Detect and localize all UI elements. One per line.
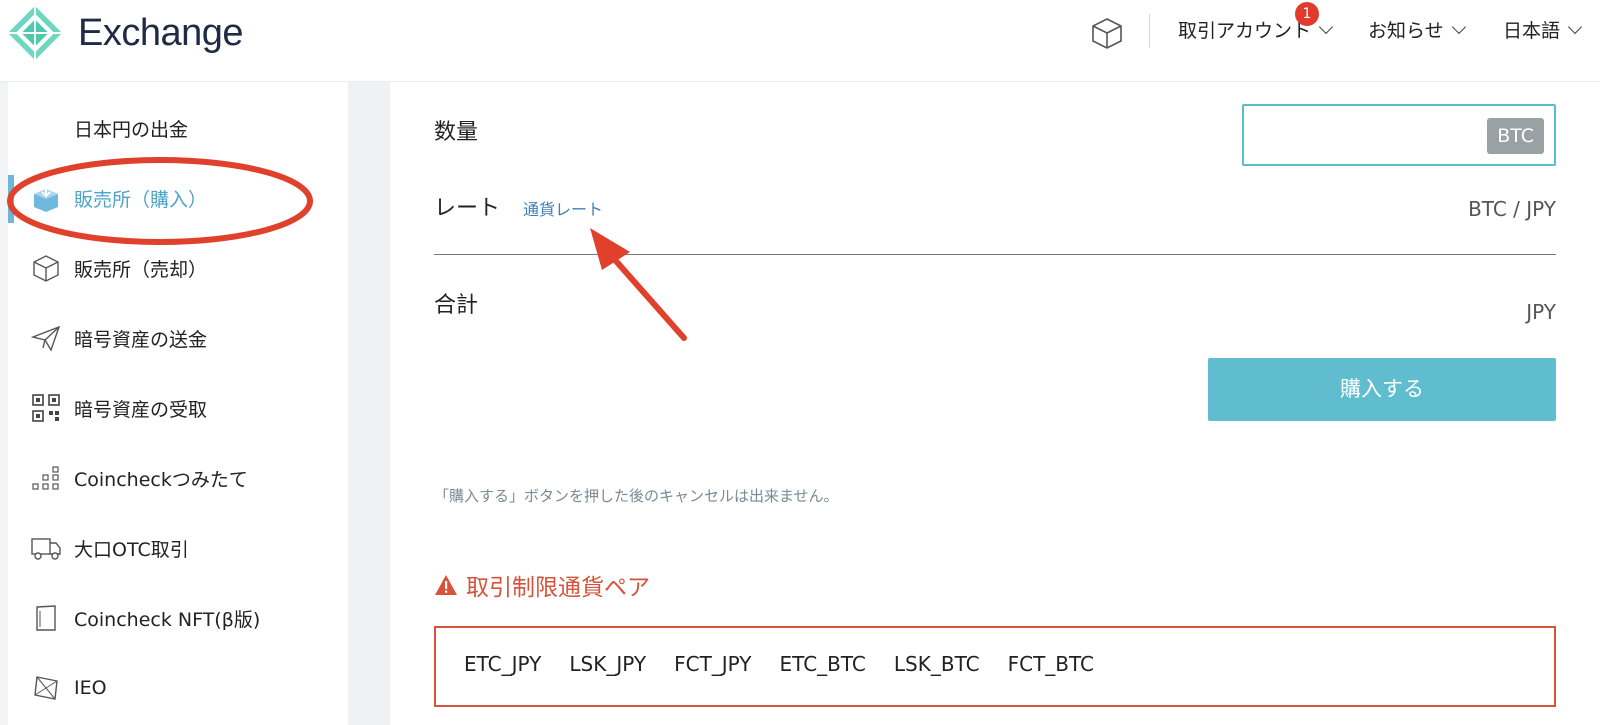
- account-menu-label: 取引アカウント: [1178, 20, 1312, 42]
- box-download-icon: [30, 182, 62, 214]
- pair-item: LSK_JPY: [569, 652, 647, 676]
- total-label: 合計: [434, 293, 479, 318]
- dots-stack-icon: [30, 462, 62, 494]
- news-menu[interactable]: お知らせ: [1368, 16, 1466, 43]
- chevron-down-icon: [1318, 19, 1334, 34]
- chevron-down-icon: [1567, 19, 1583, 34]
- sidebar-item-send[interactable]: 暗号資産の送金: [30, 318, 330, 358]
- warning-icon: [435, 575, 457, 595]
- pair-item: FCT_BTC: [1007, 652, 1095, 676]
- sidebar-item-label: Coincheckつみたて: [74, 468, 248, 491]
- restricted-pairs-box: ETC_JPY LSK_JPY FCT_JPY ETC_BTC LSK_BTC …: [434, 626, 1556, 707]
- sidebar-item-tsumitate[interactable]: Coincheckつみたて: [30, 458, 330, 498]
- header-divider: [1149, 14, 1150, 48]
- gem-icon: [30, 672, 62, 704]
- quantity-label: 数量: [434, 120, 479, 145]
- sidebar-item-label: 日本円の出金: [74, 118, 189, 141]
- restricted-pairs-title: 取引制限通貨ペア: [434, 568, 650, 602]
- language-menu[interactable]: 日本語: [1503, 16, 1583, 43]
- sidebar-item-label: 販売所（売却）: [74, 258, 208, 281]
- buy-button[interactable]: 購入する: [1208, 358, 1556, 421]
- sidebar-item-jpy-withdraw[interactable]: 日本円の出金: [30, 108, 330, 148]
- cube-icon[interactable]: [1090, 16, 1124, 50]
- restricted-pairs-list: ETC_JPY LSK_JPY FCT_JPY ETC_BTC LSK_BTC …: [464, 652, 1094, 676]
- paper-plane-icon: [30, 322, 62, 354]
- language-menu-label: 日本語: [1503, 20, 1561, 42]
- quantity-field[interactable]: BTC: [1242, 104, 1556, 166]
- qr-code-icon: [30, 392, 62, 424]
- brand-name: Exchange: [78, 12, 244, 54]
- restricted-pairs-title-text: 取引制限通貨ペア: [466, 575, 650, 601]
- sidebar-item-otc[interactable]: 大口OTC取引: [30, 528, 330, 568]
- sidebar-item-label: IEO: [74, 677, 107, 699]
- logo-icon[interactable]: [6, 4, 64, 62]
- news-menu-label: お知らせ: [1368, 20, 1444, 42]
- sidebar-item-sell[interactable]: 販売所（売却）: [30, 248, 330, 288]
- sidebar-item-receive[interactable]: 暗号資産の受取: [30, 388, 330, 428]
- rate-label: レート: [434, 196, 501, 221]
- sidebar-item-label: 暗号資産の送金: [74, 328, 208, 351]
- total-unit: JPY: [1526, 300, 1556, 324]
- divider: [434, 254, 1556, 255]
- rate-pair: BTC / JPY: [1468, 197, 1556, 221]
- quantity-unit-badge: BTC: [1487, 118, 1544, 154]
- sidebar-item-label: 販売所（購入）: [74, 188, 208, 211]
- card-icon: [30, 602, 62, 634]
- chevron-down-icon: [1451, 19, 1466, 34]
- sidebar-item-label: 大口OTC取引: [74, 538, 189, 561]
- notification-badge: 1: [1295, 2, 1319, 26]
- cancel-notice: 「購入する」ボタンを押した後のキャンセルは出来ません。: [434, 487, 839, 505]
- cube-icon: [30, 252, 62, 284]
- top-header: Exchange 取引アカウント 1 お知らせ 日本語: [0, 0, 1600, 82]
- active-indicator: [8, 175, 14, 223]
- sidebar-item-buy[interactable]: 販売所（購入）: [30, 178, 330, 218]
- quantity-input[interactable]: [1250, 114, 1470, 156]
- truck-icon: [30, 532, 62, 564]
- pair-item: LSK_BTC: [893, 652, 980, 676]
- sidebar-item-ieo[interactable]: IEO: [30, 668, 330, 708]
- pair-item: FCT_JPY: [674, 652, 752, 676]
- currency-rate-link[interactable]: 通貨レート: [523, 196, 603, 220]
- sidebar-item-label: Coincheck NFT(β版): [74, 608, 261, 631]
- sidebar-item-nft[interactable]: Coincheck NFT(β版): [30, 598, 330, 638]
- sidebar-item-label: 暗号資産の受取: [74, 398, 208, 421]
- sidebar-gutter: [348, 82, 390, 725]
- pair-item: ETC_JPY: [464, 652, 542, 676]
- sidebar-edge: [0, 82, 8, 725]
- pair-item: ETC_BTC: [779, 652, 866, 676]
